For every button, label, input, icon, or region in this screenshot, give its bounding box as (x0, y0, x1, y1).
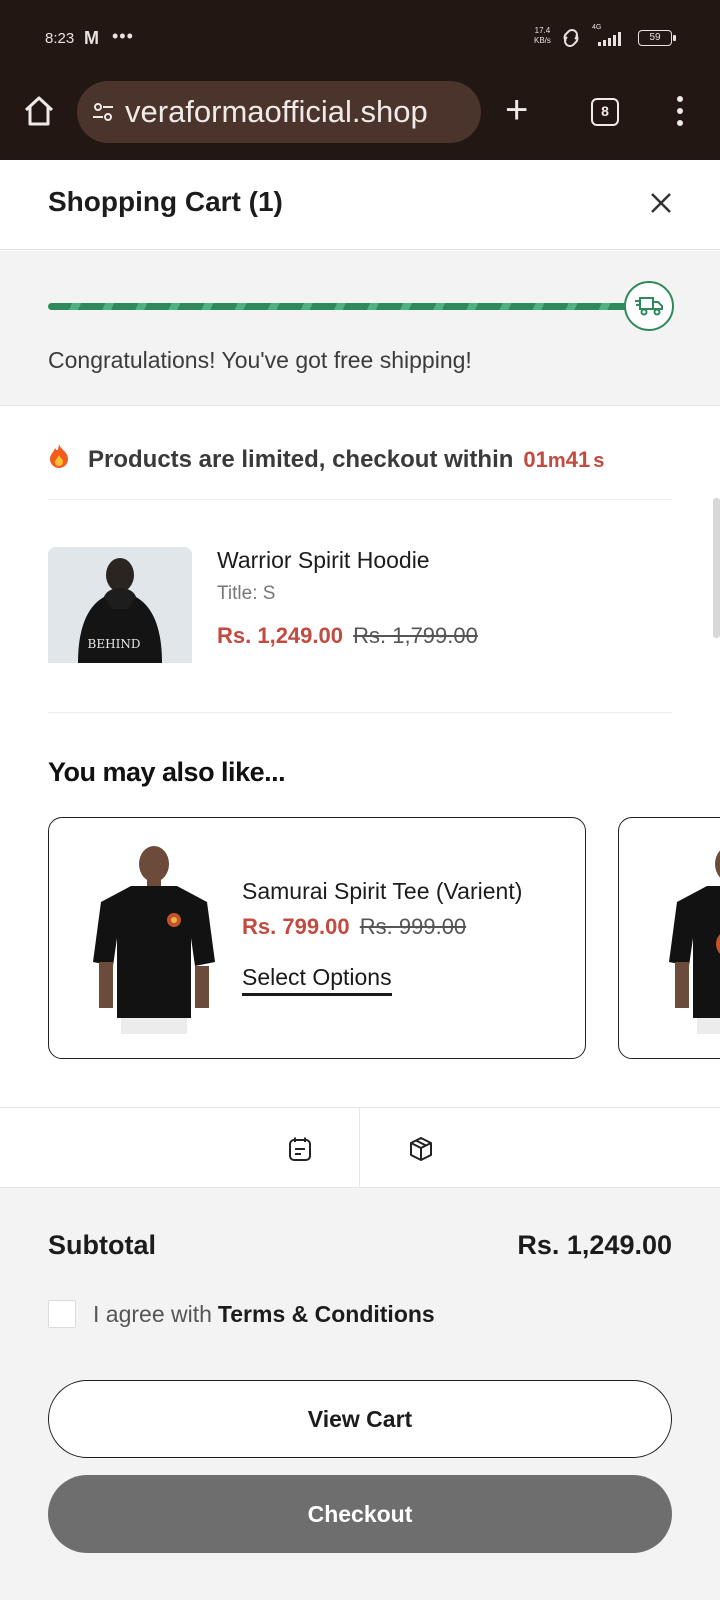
status-time: 8:23 (45, 30, 75, 47)
url-text[interactable]: veraformaofficial.shop (125, 94, 428, 130)
free-shipping-message: Congratulations! You've got free shippin… (48, 347, 472, 373)
hoodie-print-text: BEHIND (88, 637, 141, 651)
subtotal-value: Rs. 1,249.00 (517, 1230, 672, 1260)
terms-link[interactable]: Terms & Conditions (218, 1301, 435, 1328)
recommendation-price-row: Rs. 799.00 Rs. 999.00 (242, 914, 466, 940)
tab-switcher-button[interactable]: 8 (591, 98, 619, 126)
close-icon[interactable] (646, 188, 676, 218)
home-icon[interactable] (22, 94, 56, 128)
network-speed: 17.4 KB/s (534, 26, 551, 46)
countdown-minutes: 01 (523, 446, 548, 472)
recommendation-name[interactable]: Samurai Spirit Tee (Varient) (242, 878, 522, 905)
countdown: 01m41 s (523, 447, 604, 473)
free-shipping-section: Congratulations! You've got free shippin… (0, 251, 720, 406)
cart-footer: Subtotal Rs. 1,249.00 I agree with Terms… (0, 1188, 720, 1600)
section-divider (48, 712, 672, 713)
checkout-timer: Products are limited, checkout within 01… (48, 420, 672, 500)
speed-unit: KB/s (534, 36, 551, 45)
recommendation-compare-price: Rs. 999.00 (359, 914, 467, 939)
browser-menu-icon[interactable] (676, 96, 684, 128)
gmail-icon: M (84, 28, 99, 48)
countdown-seconds: 41 (565, 446, 591, 472)
product-price-row: Rs. 1,249.00 Rs. 1,799.00 (217, 623, 478, 649)
subtotal-label: Subtotal (48, 1230, 156, 1260)
product-price: Rs. 1,249.00 (217, 623, 343, 648)
tool-separator (359, 1108, 360, 1188)
delivery-truck-icon (624, 281, 674, 331)
more-notifications-icon: ••• (112, 26, 134, 46)
timer-message: Products are limited, checkout within (88, 445, 514, 473)
product-image[interactable] (655, 842, 720, 1034)
new-tab-button[interactable]: + (505, 90, 528, 130)
terms-label: I agree with (93, 1300, 212, 1327)
view-cart-button[interactable]: View Cart (48, 1380, 672, 1458)
countdown-minutes-unit: m (547, 449, 566, 472)
address-bar[interactable]: veraformaofficial.shop (77, 81, 481, 143)
product-variant: Title: S (217, 583, 276, 604)
cart-title: Shopping Cart (1) (48, 186, 283, 217)
shipping-progress-bar (48, 303, 634, 310)
cart-tools-row (0, 1107, 720, 1188)
shipping-estimate-icon[interactable] (408, 1136, 434, 1162)
recommendation-card[interactable]: Samurai Spirit Tee (Varient) Rs. 799.00 … (48, 817, 586, 1059)
recommendation-price: Rs. 799.00 (242, 914, 350, 939)
fire-icon (48, 443, 70, 476)
product-compare-price: Rs. 1,799.00 (353, 623, 478, 648)
cart-drawer-header: Shopping Cart (1) (0, 160, 720, 250)
drawer-scrollbar[interactable] (713, 498, 720, 638)
site-settings-icon[interactable] (91, 100, 115, 124)
browser-chrome: 8:23 M ••• 17.4 KB/s 4G 59 veraformaoffi… (0, 0, 720, 160)
status-bar: 8:23 M ••• 17.4 KB/s 4G 59 (0, 0, 720, 76)
recommendation-card-next[interactable] (618, 817, 720, 1059)
network-type: 4G (592, 24, 602, 31)
signal-icon (598, 32, 621, 46)
countdown-seconds-unit: s (593, 449, 605, 472)
order-note-icon[interactable] (287, 1136, 313, 1162)
browser-toolbar: veraformaofficial.shop + 8 (0, 76, 720, 156)
battery-icon: 59 (638, 30, 676, 46)
product-image[interactable] (79, 842, 229, 1034)
cart-line-item: BEHIND Warrior Spirit Hoodie Title: S Rs… (48, 547, 672, 663)
terms-checkbox[interactable] (48, 1300, 76, 1328)
terms-agreement: I agree with Terms & Conditions (48, 1300, 435, 1328)
product-name[interactable]: Warrior Spirit Hoodie (217, 547, 430, 574)
select-options-button[interactable]: Select Options (242, 964, 392, 996)
recommendations-title: You may also like... (48, 757, 286, 787)
speed-value: 17.4 (534, 26, 551, 35)
checkout-button[interactable]: Checkout (48, 1475, 672, 1553)
product-thumbnail[interactable]: BEHIND (48, 547, 192, 663)
hotspot-icon (563, 29, 579, 47)
